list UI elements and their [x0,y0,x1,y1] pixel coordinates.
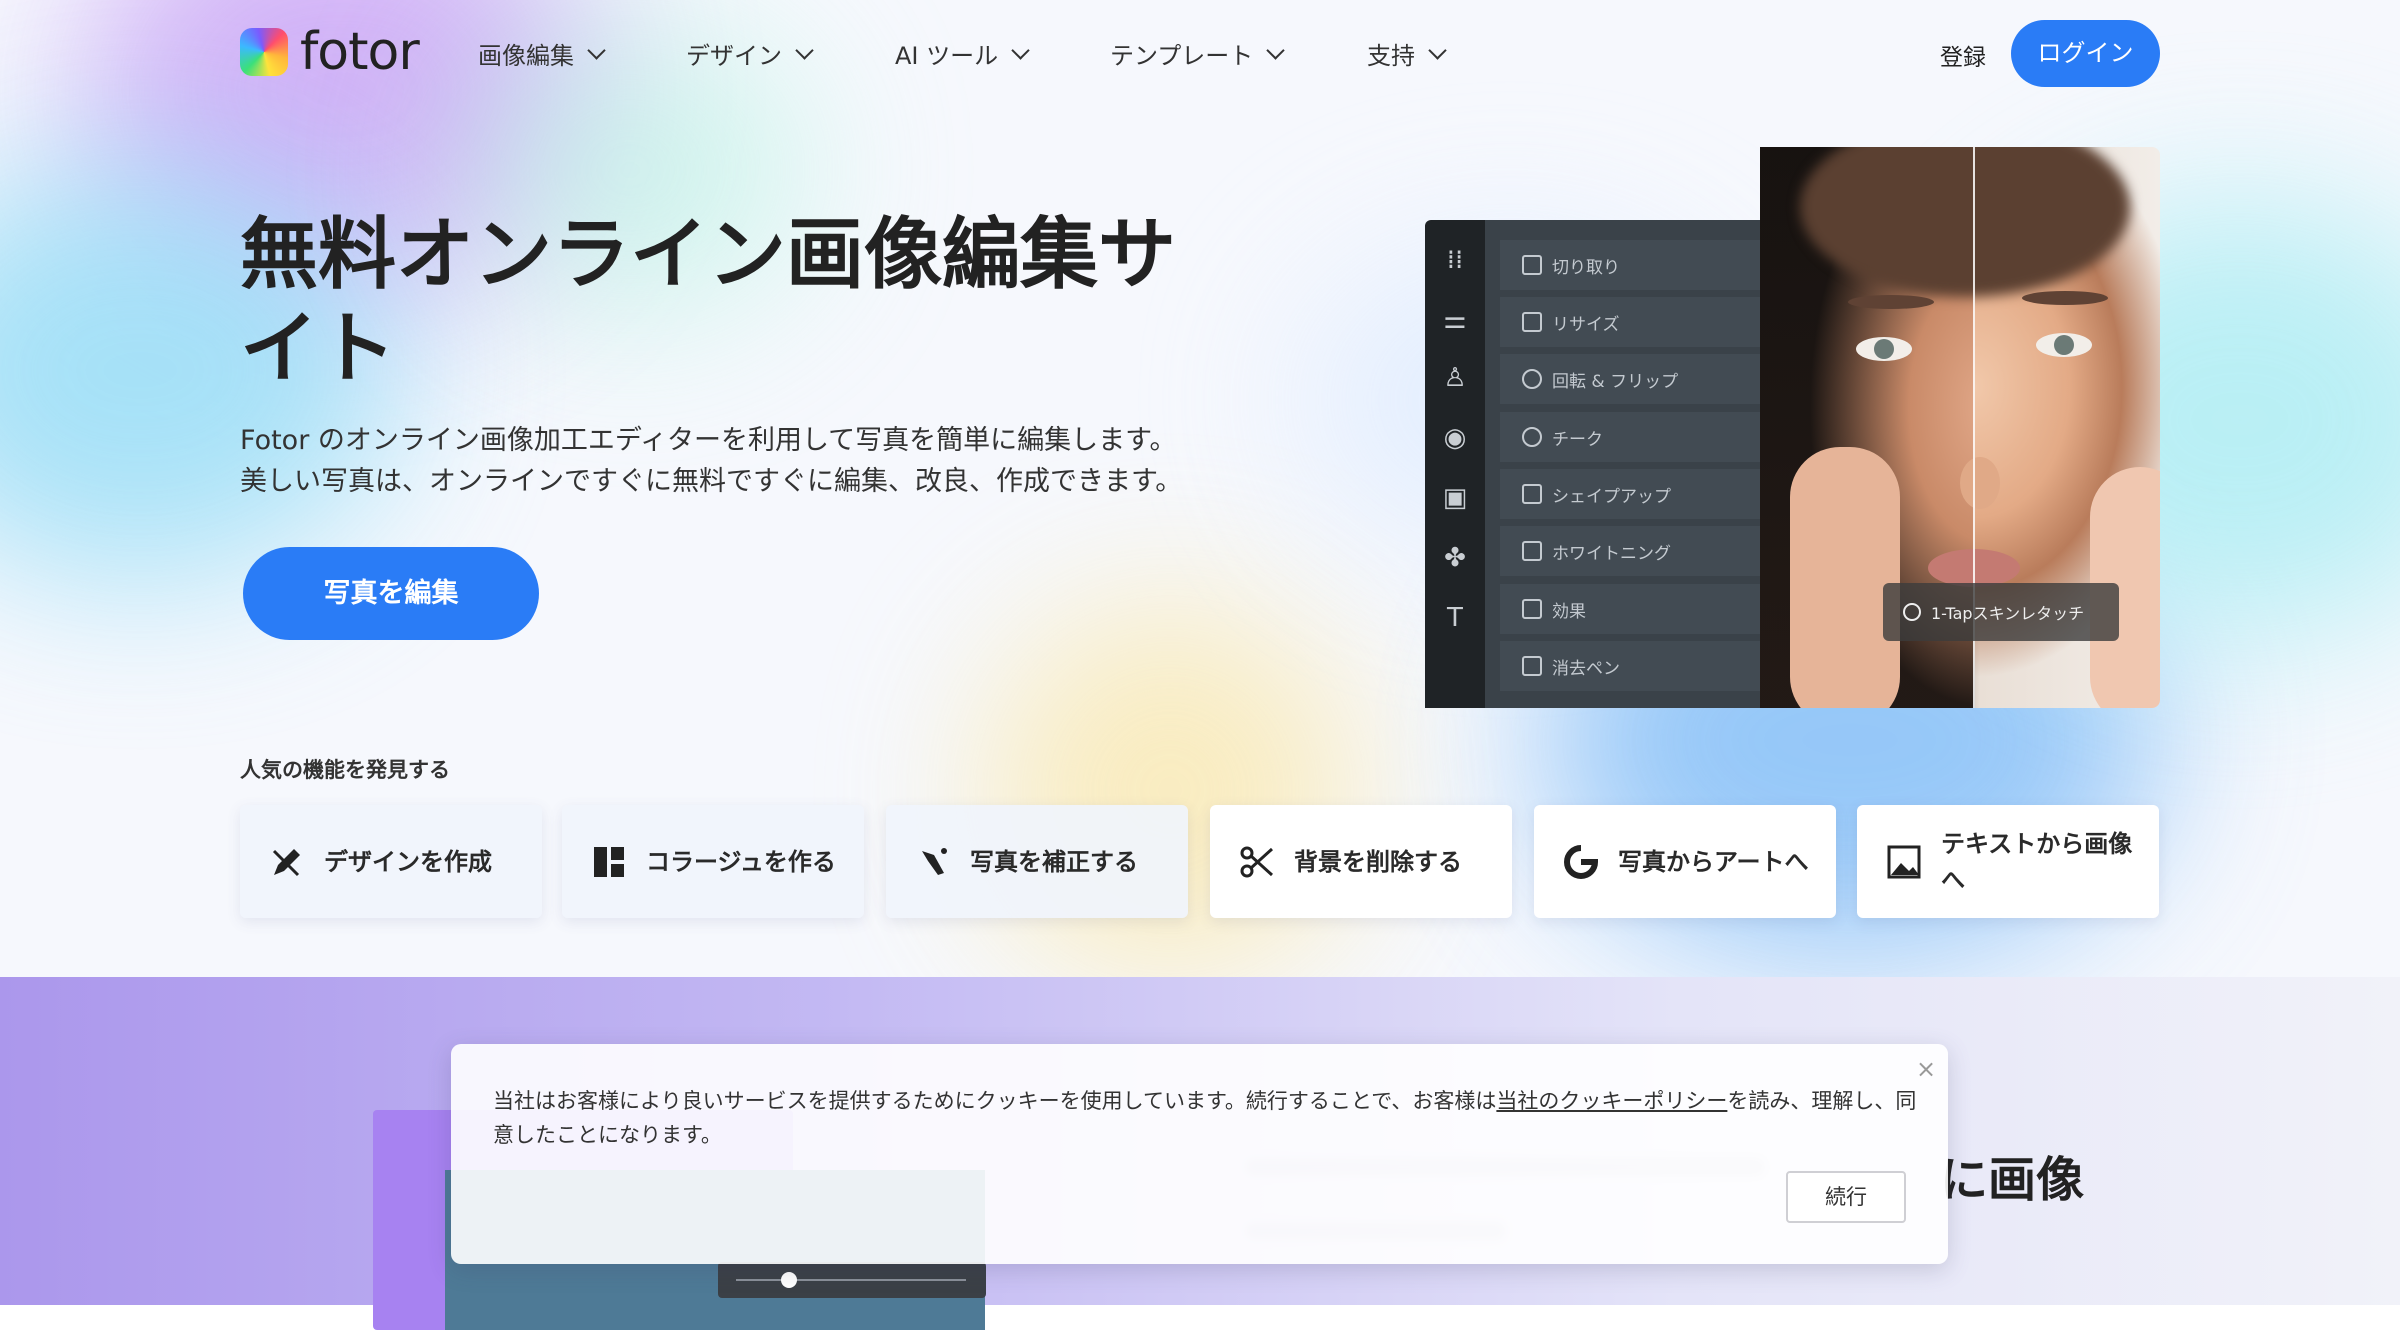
feature-text-to-image[interactable]: テキストから画像へ [1857,805,2159,918]
elements-icon[interactable]: ✤ [1441,544,1469,572]
reshape-icon [1522,484,1542,504]
eraser-icon [1522,656,1542,676]
menu-item-label: 効果 [1552,601,1586,622]
nav-label: デザイン [686,42,782,70]
login-button[interactable]: ログイン [2011,20,2160,87]
frame-icon[interactable]: ▣ [1441,484,1469,512]
nav-ai-tools[interactable]: AI ツール [895,36,1030,71]
resize-icon [1522,312,1542,332]
menu-item-rotate[interactable]: 回転 & フリップ [1500,354,1760,404]
logo-text: fotor [300,22,420,82]
feature-create-design[interactable]: デザインを作成 [240,805,542,918]
menu-item-label: ホワイトニング [1552,543,1671,564]
feature-enhance-photo[interactable]: 写真を補正する [886,805,1188,918]
skin-tag-label: 1-Tapスキンレタッチ [1931,604,2085,623]
features-label: 人気の機能を発見する [240,758,450,782]
cookie-text-before: 当社はお客様により良いサービスを提供するためにクッキーを使用しています。続行する… [493,1089,1497,1113]
register-link[interactable]: 登録 [1940,38,1986,72]
preview-slider[interactable] [718,1262,986,1298]
blush-icon [1522,427,1542,447]
nav-templates[interactable]: テンプレート [1110,36,1285,71]
menu-item-crop[interactable]: 切り取り [1500,240,1760,290]
retouch-icon [1903,603,1921,621]
fotor-logo[interactable]: fotor [240,22,420,82]
menu-item-effects[interactable]: 効果 [1500,584,1760,634]
nav-label: 画像編集 [478,42,574,70]
nav-design[interactable]: デザイン [686,36,814,71]
cookie-policy-link[interactable]: 当社のクッキーポリシー [1496,1089,1727,1113]
nav-label: 支持 [1367,42,1415,70]
feature-label: 写真からアートへ [1618,847,1809,876]
chevron-down-icon [587,40,606,60]
portrait-photo: 1-Tapスキンレタッチ [1760,147,2160,708]
close-icon[interactable]: × [1915,1057,1937,1081]
menu-item-whitening[interactable]: ホワイトニング [1500,526,1760,576]
chevron-down-icon [795,40,814,60]
menu-item-label: リサイズ [1552,314,1620,335]
collage-icon [594,846,624,877]
menu-item-label: 切り取り [1552,257,1620,278]
chevron-down-icon [1428,40,1447,60]
feature-make-collage[interactable]: コラージュを作る [562,805,864,918]
effects-icon [1522,599,1542,619]
art-g-icon [1564,844,1598,879]
menu-item-label: シェイプアップ [1552,486,1671,507]
edit-photo-button[interactable]: 写真を編集 [243,547,539,640]
chevron-down-icon [1266,40,1285,60]
feature-label: デザインを作成 [324,847,492,876]
skin-retouch-tag[interactable]: 1-Tapスキンレタッチ [1883,583,2119,641]
feature-label: テキストから画像へ [1941,829,2133,894]
feature-photo-to-art[interactable]: 写真からアートへ [1534,805,1836,918]
continue-button[interactable]: 続行 [1786,1171,1906,1223]
editor-tool-rail: ⁞⁞ ⚌ ♙ ◉ ▣ ✤ T [1425,220,1485,708]
eye-icon[interactable]: ◉ [1441,424,1469,452]
ai-image-icon [1887,845,1921,878]
feature-label: コラージュを作る [646,847,836,876]
slider-knob[interactable] [781,1272,797,1288]
rotate-icon [1522,369,1542,389]
menu-item-reshape[interactable]: シェイプアップ [1500,469,1760,519]
editor-menu: 切り取り リサイズ 回転 & フリップ チーク シェイプアップ ホワイトニング … [1485,220,1760,708]
menu-item-label: チーク [1552,429,1603,450]
feature-label: 背景を削除する [1294,847,1462,876]
sliders-icon[interactable]: ⚌ [1441,306,1469,334]
text-icon[interactable]: T [1441,604,1469,632]
feature-remove-background[interactable]: 背景を削除する [1210,805,1512,918]
menu-item-blush[interactable]: チーク [1500,412,1760,462]
menu-item-label: 回転 & フリップ [1552,371,1679,392]
crop-icon [1522,255,1542,275]
feature-label: 写真を補正する [970,847,1138,876]
grid-icon[interactable]: ⁞⁞ [1441,246,1469,274]
chevron-down-icon [1011,40,1030,60]
nav-image-edit[interactable]: 画像編集 [478,36,606,71]
menu-item-resize[interactable]: リサイズ [1500,297,1760,347]
flask-icon[interactable]: ♙ [1441,364,1469,392]
nav-label: AI ツール [895,42,999,70]
cookie-message: 当社はお客様により良いサービスを提供するためにクッキーを使用しています。続行する… [493,1084,1923,1152]
section-heading: に画像 [1940,1152,2085,1208]
nav-label: テンプレート [1110,42,1254,70]
cookie-banner: 当社はお客様により良いサービスを提供するためにクッキーを使用しています。続行する… [451,1044,1948,1264]
magic-wand-icon [922,847,947,875]
whitening-icon [1522,541,1542,561]
nav-support[interactable]: 支持 [1367,36,1447,71]
page-title: 無料オンライン画像編集サイト [240,210,1177,394]
scissors-icon [1240,846,1274,877]
menu-item-label: 消去ペン [1552,658,1620,679]
logo-mark-icon [240,28,288,76]
design-pencil-icon [272,848,300,876]
menu-item-eraser[interactable]: 消去ペン [1500,641,1760,691]
hero-description: Fotor のオンライン画像加工エディターを利用して写真を簡単に編集します。 美… [240,425,1183,497]
